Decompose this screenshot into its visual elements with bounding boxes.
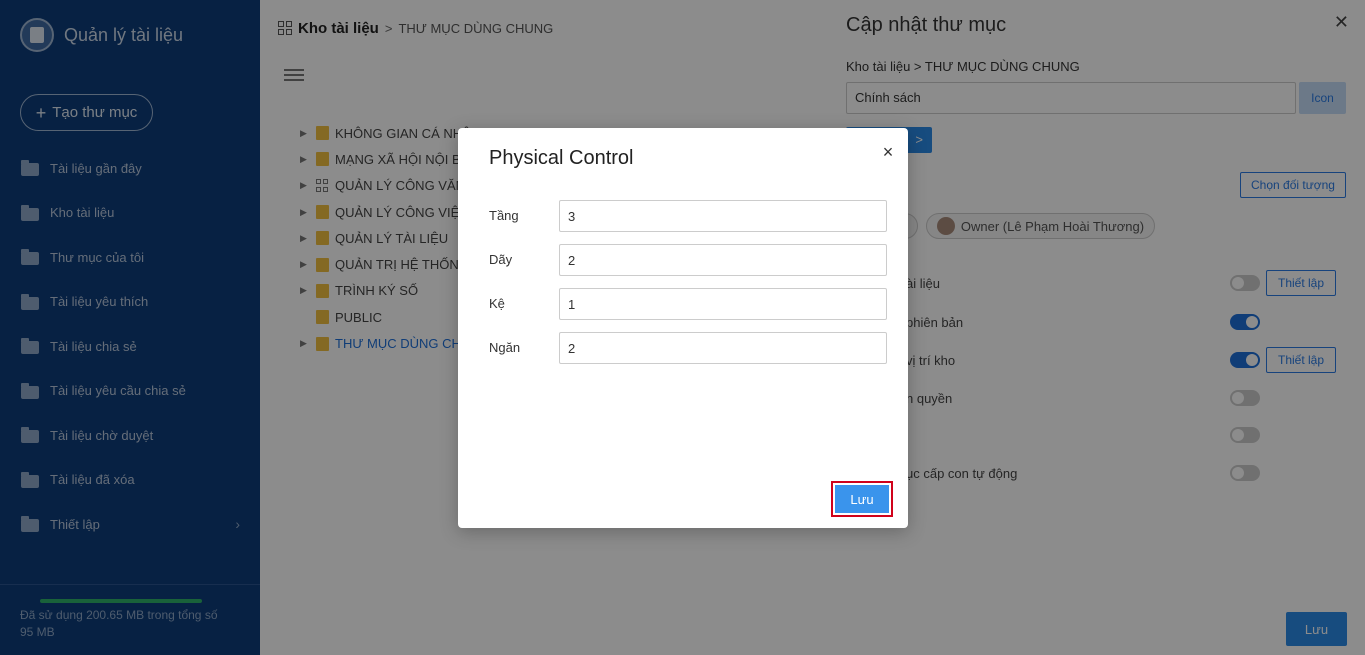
- row-input[interactable]: [559, 244, 887, 276]
- field-label: Ngăn: [489, 340, 521, 355]
- field-shelf: Kệ: [489, 288, 887, 320]
- field-label: Dãy: [489, 252, 513, 267]
- compartment-input[interactable]: [559, 332, 887, 364]
- field-label: Kệ: [489, 296, 505, 311]
- shelf-input[interactable]: [559, 288, 887, 320]
- field-compartment: Ngăn: [489, 332, 887, 364]
- field-label: Tầng: [489, 208, 519, 223]
- save-button-highlight: Lưu: [831, 481, 893, 517]
- floor-input[interactable]: [559, 200, 887, 232]
- field-floor: Tầng: [489, 200, 887, 232]
- save-button[interactable]: Lưu: [835, 485, 889, 513]
- close-icon[interactable]: ×: [878, 142, 898, 163]
- field-row: Dãy: [489, 244, 887, 276]
- physical-control-dialog: Physical Control × Tầng Dãy Kệ Ngăn Lưu: [458, 128, 908, 528]
- dialog-title: Physical Control: [489, 147, 634, 169]
